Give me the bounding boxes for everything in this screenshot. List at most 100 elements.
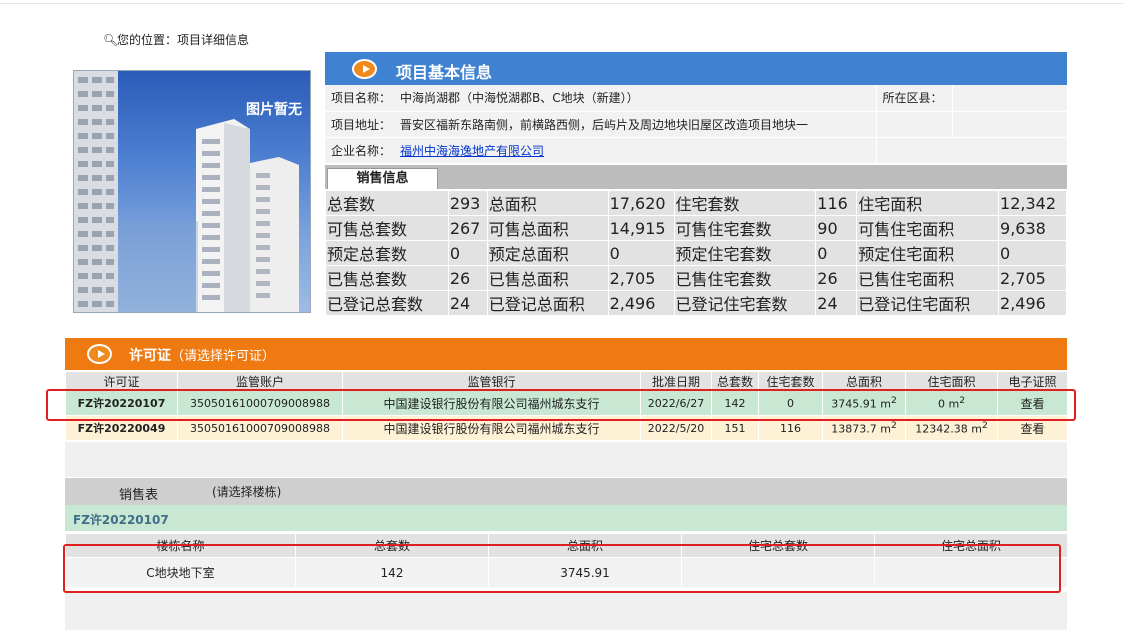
col-account: 监管账户	[177, 371, 343, 391]
stat-value: 267	[447, 215, 488, 241]
stats-row: 可售总套数 267 可售总面积 14,915 可售住宅套数 90 可售住宅面积 9,638	[325, 215, 1067, 241]
stat-value: 2,496	[998, 290, 1067, 316]
stat-value: 116	[815, 190, 858, 216]
stat-value: 24	[447, 290, 488, 316]
stat-value: 24	[815, 290, 858, 316]
permit-title: 许可证（请选择许可证）	[129, 345, 275, 365]
building-table-filler	[65, 592, 1067, 630]
district-label: 所在区县：	[875, 85, 952, 112]
info-row-name: 项目名称： 中海尚湖郡（中海悦湖郡B、C地块（新建）） 所在区县：	[325, 85, 1067, 112]
company-name-cell: 福州中海海逸地产有限公司	[394, 137, 876, 164]
stats-row: 已登记总套数 24 已登记总面积 2,496 已登记住宅套数 24 已登记住宅面积 2,496	[325, 290, 1067, 316]
col-date: 批准日期	[640, 371, 712, 391]
info-row-company: 企业名称： 福州中海海逸地产有限公司	[325, 137, 1067, 164]
col-permit: 许可证	[65, 371, 178, 391]
pin-icon: 🔍︎	[103, 33, 119, 47]
col-area: 总面积	[822, 371, 906, 391]
breadcrumb-label: 您的位置：	[117, 33, 178, 47]
stats-row: 已售总套数 26 已售总面积 2,705 已售住宅套数 26 已售住宅面积 2,705	[325, 265, 1067, 291]
stat-label: 已登记住宅面积	[856, 290, 1000, 316]
project-address-label: 项目地址：	[325, 111, 394, 138]
tab-sales-info[interactable]: 销售信息	[327, 168, 438, 189]
col-bank: 监管银行	[342, 371, 641, 391]
arrow-bullet-icon	[87, 344, 112, 364]
district-value	[951, 85, 1067, 112]
selected-permit-strip: FZ许20220107	[65, 505, 1067, 531]
basic-info-table: 项目名称： 中海尚湖郡（中海悦湖郡B、C地块（新建）） 所在区县： 项目地址： …	[325, 85, 1067, 164]
address-extra-cell	[875, 111, 952, 138]
sales-table-bar: 销售表 (请选择楼栋)	[65, 478, 1067, 505]
photo-placeholder-text: 图片暂无	[246, 102, 302, 118]
project-name-label: 项目名称：	[325, 85, 394, 112]
stat-value: 9,638	[998, 215, 1067, 241]
stat-label: 可售总套数	[325, 215, 449, 241]
selected-permit-label: FZ许20220107	[73, 513, 169, 527]
stat-value: 0	[998, 240, 1067, 266]
breadcrumb-current: 项目详细信息	[177, 33, 250, 47]
page: 🔍︎您的位置：项目详细信息 图片暂无 项目基本信息 项目名称： 中海尚湖郡（中海…	[0, 0, 1124, 630]
col-certificate: 电子证照	[997, 371, 1068, 391]
project-address-value: 晋安区福新东路南侧，前横路西侧，后屿片及周边地块旧屋区改造项目地块一	[394, 111, 876, 138]
unit-superscript: 2	[890, 420, 897, 432]
arrow-bullet-icon	[352, 59, 377, 79]
basic-info-title: 项目基本信息	[396, 63, 493, 82]
company-name-link[interactable]: 福州中海海逸地产有限公司	[400, 144, 544, 158]
stat-value: 12,342	[998, 190, 1067, 216]
stat-label: 已登记总面积	[486, 290, 609, 316]
stat-value: 26	[815, 265, 858, 291]
stat-label: 已售总面积	[486, 265, 609, 291]
sales-table-hint: (请选择楼栋)	[212, 485, 282, 499]
company-extra-cell	[875, 137, 1067, 164]
permit-res-area-value: 12342.38 m	[915, 422, 982, 436]
sales-stats-table: 总套数 293 总面积 17,620 住宅套数 116 住宅面积 12,342 可售总套数 267…	[325, 190, 1067, 316]
stats-row: 总套数 293 总面积 17,620 住宅套数 116 住宅面积 12,342	[325, 190, 1067, 216]
col-residential: 住宅套数	[758, 371, 823, 391]
stat-value: 2,705	[607, 265, 675, 291]
info-row-address: 项目地址： 晋安区福新东路南侧，前横路西侧，后屿片及周边地块旧屋区改造项目地块一	[325, 111, 1067, 138]
stat-label: 可售住宅面积	[856, 215, 1000, 241]
stat-label: 可售住宅套数	[673, 215, 817, 241]
stat-value: 0	[815, 240, 858, 266]
stat-label: 总套数	[325, 190, 449, 216]
stat-value: 0	[447, 240, 488, 266]
permit-hint: （请选择许可证）	[171, 349, 276, 364]
sales-info-tabbar: 销售信息	[325, 165, 1067, 189]
permit-area-value: 13873.7 m	[831, 422, 891, 436]
stat-value: 90	[815, 215, 858, 241]
stat-value: 17,620	[607, 190, 675, 216]
stat-label: 已登记住宅套数	[673, 290, 817, 316]
col-res-area: 住宅面积	[905, 371, 998, 391]
stat-label: 预定总面积	[486, 240, 609, 266]
basic-info-header: 项目基本信息	[325, 52, 1067, 85]
stat-value: 293	[447, 190, 488, 216]
stat-label: 预定住宅面积	[856, 240, 1000, 266]
stat-label: 已售住宅套数	[673, 265, 817, 291]
stat-label: 已售总套数	[325, 265, 449, 291]
stat-value: 2,705	[998, 265, 1067, 291]
stat-label: 总面积	[486, 190, 609, 216]
stat-label: 已登记总套数	[325, 290, 449, 316]
highlight-box-permit-row	[46, 389, 1076, 421]
address-extra-value	[951, 111, 1067, 138]
stat-value: 0	[607, 240, 675, 266]
sales-table-label: 销售表	[119, 488, 159, 503]
stat-label: 可售总面积	[486, 215, 609, 241]
breadcrumb: 🔍︎您的位置：项目详细信息	[103, 31, 249, 48]
highlight-box-building-row	[63, 544, 1061, 593]
stat-label: 住宅套数	[673, 190, 817, 216]
permit-header-row: 许可证 监管账户 监管银行 批准日期 总套数 住宅套数 总面积 住宅面积 电子证…	[65, 371, 1068, 391]
stat-label: 预定住宅套数	[673, 240, 817, 266]
top-divider	[0, 3, 1124, 4]
company-name-label: 企业名称：	[325, 137, 394, 164]
stat-value: 14,915	[607, 215, 675, 241]
stat-value: 2,496	[607, 290, 675, 316]
permit-title-text: 许可证	[129, 348, 171, 364]
stat-value: 26	[447, 265, 488, 291]
stat-label: 住宅面积	[856, 190, 1000, 216]
permit-header: 许可证（请选择许可证）	[65, 338, 1067, 370]
stat-label: 预定总套数	[325, 240, 449, 266]
unit-superscript: 2	[981, 420, 988, 432]
permit-table-filler	[65, 442, 1067, 477]
stats-row: 预定总套数 0 预定总面积 0 预定住宅套数 0 预定住宅面积 0	[325, 240, 1067, 266]
col-total: 总套数	[711, 371, 759, 391]
